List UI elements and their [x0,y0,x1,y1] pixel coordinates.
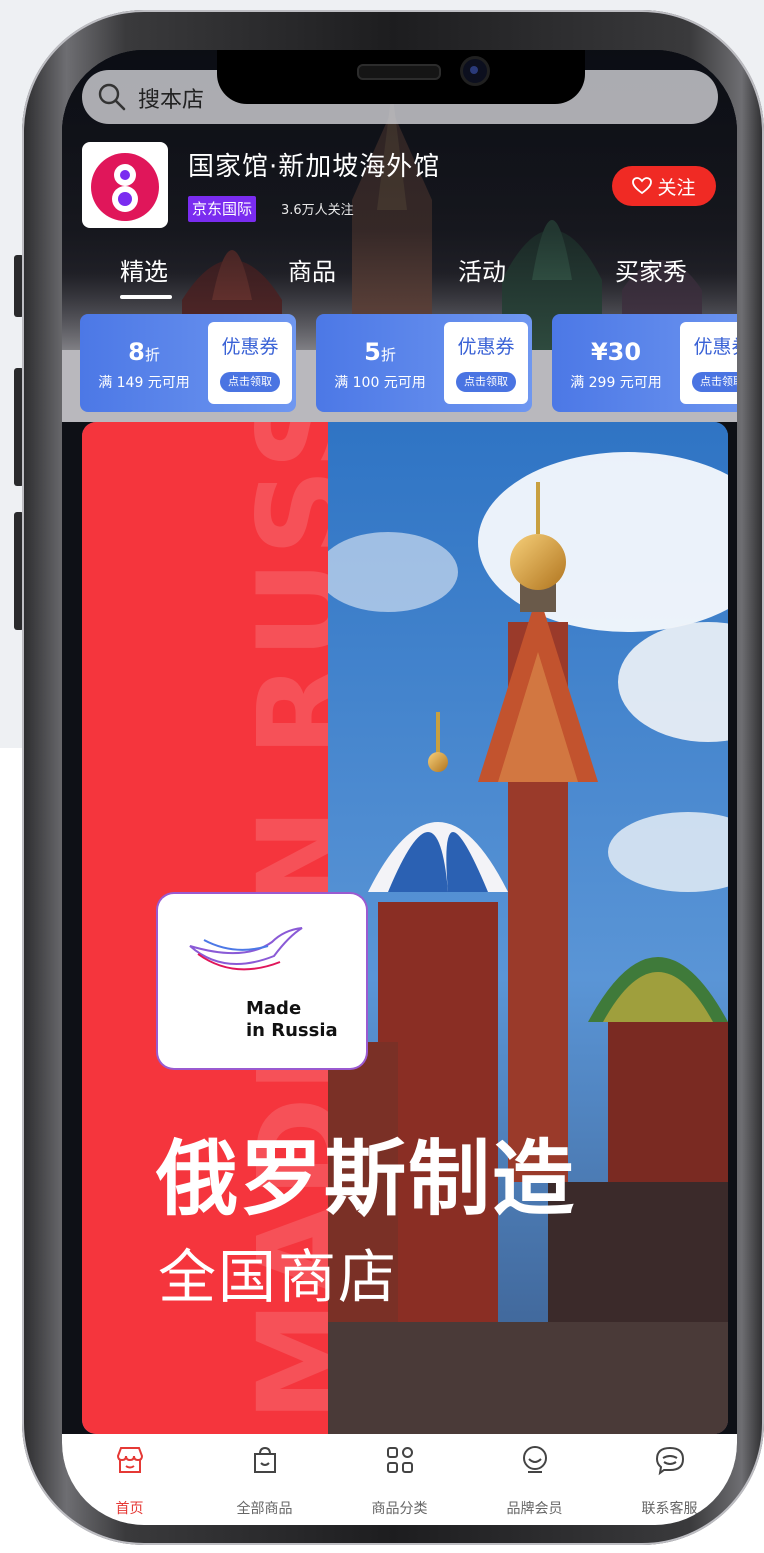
nav-home-label: 首页 [115,1501,144,1517]
claim-coupon-button[interactable]: 点击领取 [692,372,737,392]
nav-customer-service-label: 联系客服 [641,1501,698,1517]
jd-international-badge: 京东国际 [188,196,257,222]
coupon-value-area: 5折 满 100 元可用 [316,314,444,412]
banner-subtitle: 全国商店 [158,1243,399,1311]
coupon-condition: 满 299 元可用 [570,375,662,391]
follow-button[interactable]: 关注 [612,166,716,206]
store-logo-mark [91,153,159,221]
chat-icon [655,1446,685,1476]
coupon-title: 优惠券 [693,336,737,358]
bottom-navigation: 首页 全部商品 商品分类 品牌会员 联系客服 [62,1434,737,1525]
coupon-value-area: 8折 满 149 元可用 [80,314,208,412]
coupon-condition: 满 149 元可用 [98,375,190,391]
tab-buyer-show[interactable]: 买家秀 [615,252,687,287]
bag-icon [254,1446,276,1473]
nav-home[interactable]: 首页 [62,1434,197,1525]
store-name: 国家馆·新加坡海外馆 [188,152,441,182]
coupon-card[interactable]: ¥30 满 299 元可用 优惠券 点击领取 [552,314,737,412]
speaker-grille [357,64,441,80]
nav-all-products-label: 全部商品 [236,1501,293,1517]
tab-products[interactable]: 商品 [288,252,336,287]
made-in-russia-text: Made in Russia [246,998,338,1041]
member-icon [523,1446,547,1473]
phone-screen: 搜本店 国家馆·新加坡海外馆 京东国际 3.6万人关注 关注 精选 商品 活动 [62,50,737,1525]
coupon-amount: 5折 [364,338,396,366]
coupon-title: 优惠券 [457,336,515,358]
search-placeholder: 搜本店 [138,88,205,113]
front-camera [460,56,490,86]
claim-coupon-button[interactable]: 点击领取 [220,372,280,392]
coupon-value-area: ¥30 满 299 元可用 [552,314,680,412]
coupon-card[interactable]: 8折 满 149 元可用 优惠券 点击领取 [80,314,296,412]
promo-banner[interactable]: MADE IN RUSSIA Made in Russia 俄罗斯制造 全国商店 [82,422,728,1434]
tab-activities[interactable]: 活动 [458,252,506,287]
dove-logo-icon [189,927,303,971]
coupon-condition: 满 100 元可用 [334,375,426,391]
store-logo[interactable] [82,142,168,228]
follower-count: 3.6万人关注 [281,203,354,218]
phone-notch [217,50,585,104]
nav-categories[interactable]: 商品分类 [332,1434,467,1525]
nav-brand-member[interactable]: 品牌会员 [467,1434,602,1525]
coupon-title: 优惠券 [221,336,279,358]
active-tab-indicator [120,295,172,299]
coupon-claim-area: 优惠券 点击领取 [680,322,737,404]
heart-icon [632,177,653,195]
store-icon [116,1447,144,1473]
coupon-card[interactable]: 5折 满 100 元可用 优惠券 点击领取 [316,314,532,412]
nav-categories-label: 商品分类 [371,1501,428,1517]
nav-all-products[interactable]: 全部商品 [197,1434,332,1525]
follow-label: 关注 [657,176,696,199]
coupon-amount: ¥30 [590,338,642,366]
nav-brand-member-label: 品牌会员 [506,1501,563,1517]
coupon-amount: 8折 [128,338,160,366]
tab-featured[interactable]: 精选 [120,252,168,287]
phone-frame: 搜本店 国家馆·新加坡海外馆 京东国际 3.6万人关注 关注 精选 商品 活动 [22,10,764,1545]
made-in-russia-logo-card: Made in Russia [158,894,366,1068]
nav-customer-service[interactable]: 联系客服 [602,1434,737,1525]
claim-coupon-button[interactable]: 点击领取 [456,372,516,392]
coupon-claim-area: 优惠券 点击领取 [208,322,292,404]
grid-icon [387,1447,413,1473]
search-icon [98,83,126,111]
coupon-claim-area: 优惠券 点击领取 [444,322,528,404]
banner-title: 俄罗斯制造 [156,1132,577,1227]
